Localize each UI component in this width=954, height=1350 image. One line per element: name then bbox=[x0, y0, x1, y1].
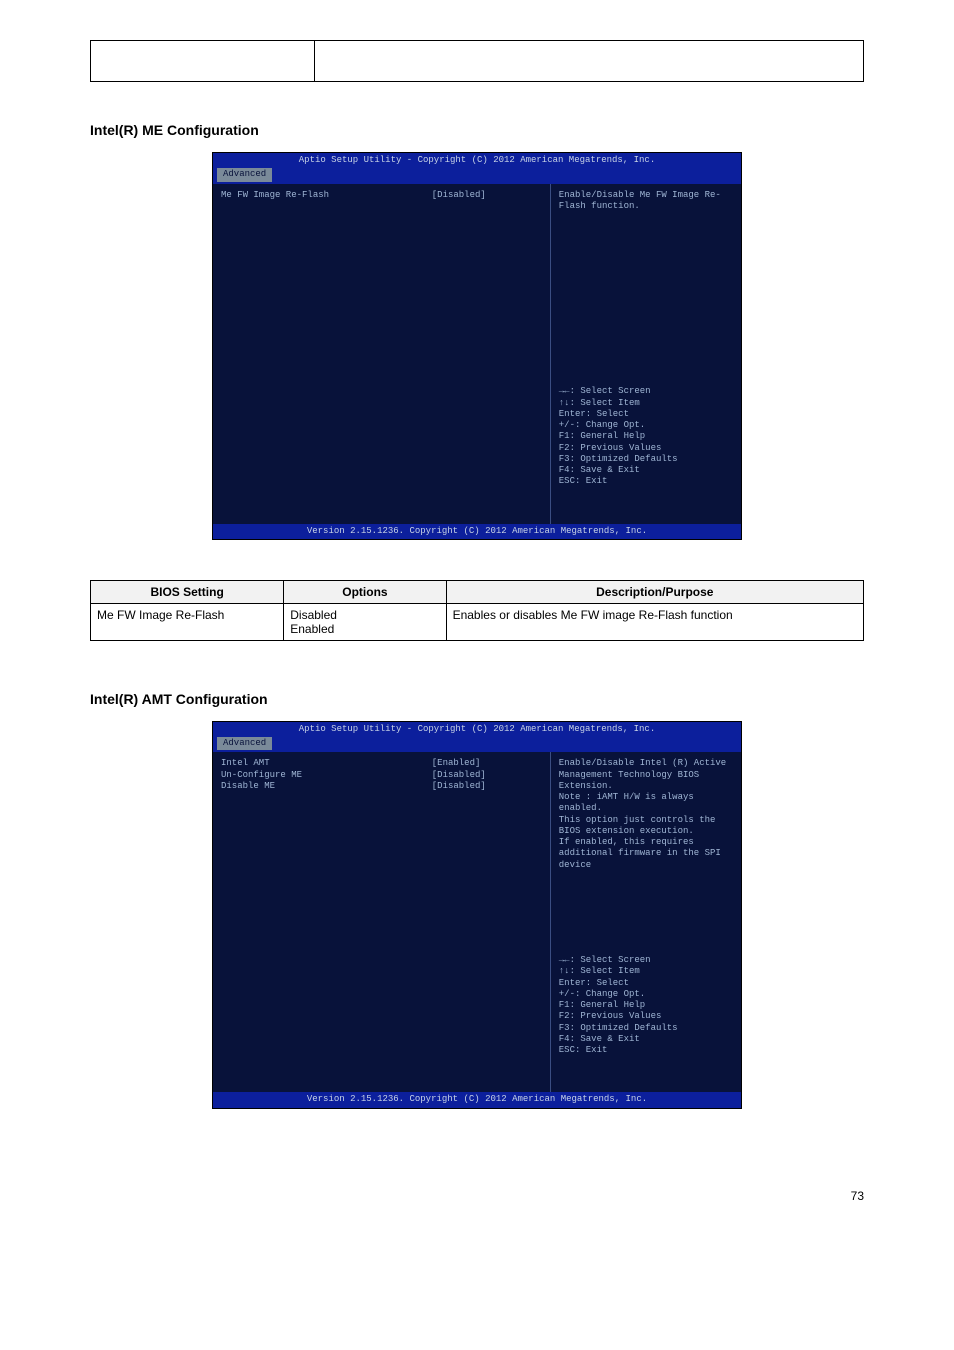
bios-key: F4: Save & Exit bbox=[559, 1034, 733, 1045]
top-cell-1 bbox=[91, 41, 315, 82]
bios-item-label: Intel AMT bbox=[221, 758, 432, 769]
bios-key: ↑↓: Select Item bbox=[559, 398, 733, 409]
bios-key: F2: Previous Values bbox=[559, 443, 733, 454]
bios-item: Me FW Image Re-Flash [Disabled] bbox=[221, 190, 542, 201]
bios-key: ESC: Exit bbox=[559, 476, 733, 487]
bios-key: Enter: Select bbox=[559, 409, 733, 420]
bios-item: Intel AMT [Enabled] bbox=[221, 758, 542, 769]
bios-left-pane: Me FW Image Re-Flash [Disabled] bbox=[213, 184, 550, 524]
desc-cell-options: Disabled Enabled bbox=[284, 603, 446, 640]
top-info-table bbox=[90, 40, 864, 82]
desc-header-setting: BIOS Setting bbox=[91, 580, 284, 603]
bios-key: →←: Select Screen bbox=[559, 386, 733, 397]
bios-tab-advanced: Advanced bbox=[217, 168, 272, 181]
bios-key: F3: Optimized Defaults bbox=[559, 1023, 733, 1034]
bios-item-value: [Disabled] bbox=[432, 781, 542, 792]
description-table-me: BIOS Setting Options Description/Purpose… bbox=[90, 580, 864, 641]
bios-header: Aptio Setup Utility - Copyright (C) 2012… bbox=[213, 722, 741, 735]
bios-left-pane: Intel AMT [Enabled] Un-Configure ME [Dis… bbox=[213, 752, 550, 1092]
bios-tabrow: Advanced bbox=[213, 166, 741, 183]
bios-key: +/-: Change Opt. bbox=[559, 420, 733, 431]
bios-footer: Version 2.15.1236. Copyright (C) 2012 Am… bbox=[213, 524, 741, 539]
bios-right-pane: Enable/Disable Me FW Image Re-Flash func… bbox=[550, 184, 741, 524]
desc-header-options: Options bbox=[284, 580, 446, 603]
bios-header: Aptio Setup Utility - Copyright (C) 2012… bbox=[213, 153, 741, 166]
bios-item-value: [Disabled] bbox=[432, 770, 542, 781]
desc-cell-setting: Me FW Image Re-Flash bbox=[91, 603, 284, 640]
bios-key: +/-: Change Opt. bbox=[559, 989, 733, 1000]
bios-key: F2: Previous Values bbox=[559, 1011, 733, 1022]
bios-screenshot-me: Aptio Setup Utility - Copyright (C) 2012… bbox=[212, 152, 742, 540]
bios-key: Enter: Select bbox=[559, 978, 733, 989]
bios-tabrow: Advanced bbox=[213, 735, 741, 752]
bios-right-pane: Enable/Disable Intel (R) Active Manageme… bbox=[550, 752, 741, 1092]
bios-item: Un-Configure ME [Disabled] bbox=[221, 770, 542, 781]
bios-help-text: Enable/Disable Intel (R) Active Manageme… bbox=[559, 758, 733, 871]
bios-key: F1: General Help bbox=[559, 1000, 733, 1011]
bios-key: ESC: Exit bbox=[559, 1045, 733, 1056]
bios-keys-list: →←: Select Screen ↑↓: Select Item Enter:… bbox=[559, 386, 733, 487]
desc-cell-purpose: Enables or disables Me FW image Re-Flash… bbox=[446, 603, 863, 640]
bios-key: F1: General Help bbox=[559, 431, 733, 442]
bios-key: F4: Save & Exit bbox=[559, 465, 733, 476]
section-title-amt-config: Intel(R) AMT Configuration bbox=[90, 691, 864, 707]
bios-item-value: [Disabled] bbox=[432, 190, 542, 201]
top-cell-2 bbox=[315, 41, 864, 82]
bios-item-label: Disable ME bbox=[221, 781, 432, 792]
bios-item: Disable ME [Disabled] bbox=[221, 781, 542, 792]
desc-header-purpose: Description/Purpose bbox=[446, 580, 863, 603]
bios-footer: Version 2.15.1236. Copyright (C) 2012 Am… bbox=[213, 1092, 741, 1107]
bios-item-label: Me FW Image Re-Flash bbox=[221, 190, 432, 201]
bios-key: ↑↓: Select Item bbox=[559, 966, 733, 977]
bios-screenshot-amt: Aptio Setup Utility - Copyright (C) 2012… bbox=[212, 721, 742, 1109]
page-number: 73 bbox=[90, 1149, 864, 1203]
bios-key: →←: Select Screen bbox=[559, 955, 733, 966]
bios-help-text: Enable/Disable Me FW Image Re-Flash func… bbox=[559, 190, 733, 213]
bios-keys-list: →←: Select Screen ↑↓: Select Item Enter:… bbox=[559, 955, 733, 1056]
bios-key: F3: Optimized Defaults bbox=[559, 454, 733, 465]
desc-row: Me FW Image Re-Flash Disabled Enabled En… bbox=[91, 603, 864, 640]
bios-tab-advanced: Advanced bbox=[217, 737, 272, 750]
section-title-me-config: Intel(R) ME Configuration bbox=[90, 122, 864, 138]
bios-item-value: [Enabled] bbox=[432, 758, 542, 769]
bios-item-label: Un-Configure ME bbox=[221, 770, 432, 781]
